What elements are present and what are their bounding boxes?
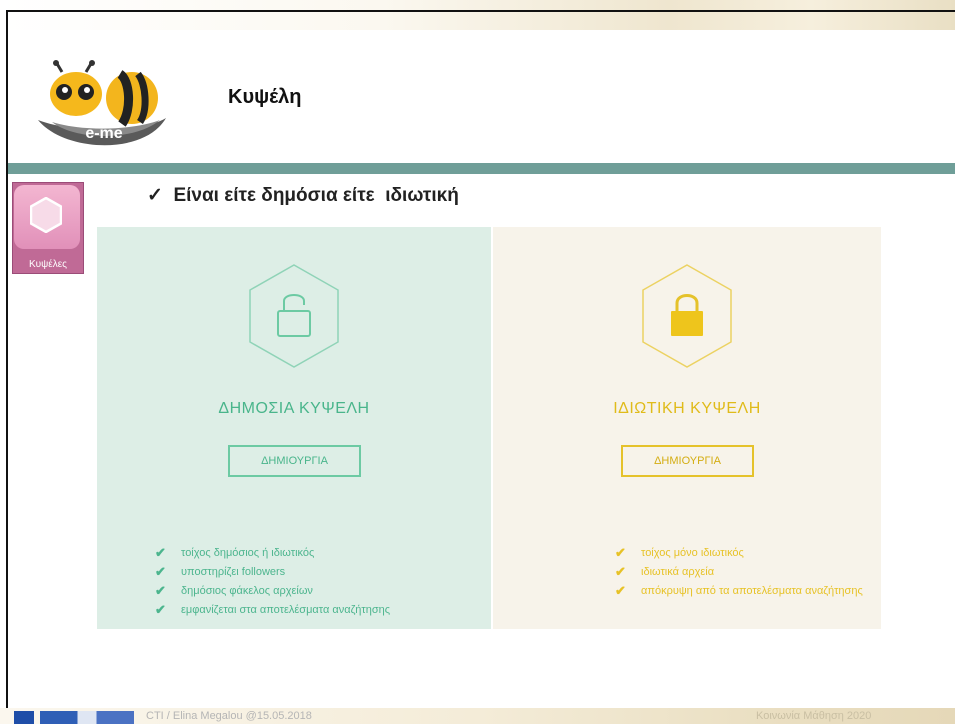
unlocked-padlock-icon [249,264,339,368]
list-item: ✔ υποστηρίζει followers [155,562,390,581]
top-decor-strip [0,0,955,30]
list-item: ✔ τοίχος μόνο ιδιωτικός [615,543,863,562]
check-icon: ✔ [155,601,166,617]
create-public-hive-button[interactable]: ΔΗΜΙΟΥΡΓΙΑ [228,445,361,477]
feature-text: δημόσιος φάκελος αρχείων [181,584,313,597]
hexagon-icon [30,197,62,233]
eu-flag-icon [14,711,34,724]
list-item: ✔ απόκρυψη από τα αποτελέσματα αναζήτησης [615,581,863,600]
slide-frame-left [6,10,8,724]
feature-text: τοίχος δημόσιος ή ιδιωτικός [181,546,315,559]
list-item: ✔ ιδιωτικά αρχεία [615,562,863,581]
public-hive-panel: ΔΗΜΟΣΙΑ ΚΥΨΕΛΗ ΔΗΜΙΟΥΡΓΙΑ ✔ τοίχος δημόσι… [97,227,491,629]
app-icon-label: Κυψέλες [28,259,67,270]
logo-text: e-me [85,125,122,142]
feature-text: ιδιωτικά αρχεία [641,565,715,578]
footer-right-text: Κοινωνία Μάθηση 2020 [756,710,872,722]
list-item: ✔ τοίχος δημόσιος ή ιδιωτικός [155,543,390,562]
check-icon: ✔ [155,582,166,598]
list-item: ✔ εμφανίζεται στα αποτελέσματα αναζήτησης [155,600,390,619]
feature-text: απόκρυψη από τα αποτελέσματα αναζήτησης [641,584,863,597]
feature-text: εμφανίζεται στα αποτελέσματα αναζήτησης [181,603,391,616]
page-title: Κυψέλη [228,86,302,108]
list-item: ✔ δημόσιος φάκελος αρχείων [155,581,390,600]
teal-divider [8,163,955,174]
feature-text: υποστηρίζει followers [181,565,286,578]
check-icon: ✔ [155,544,166,560]
bullet-heading: ✓ Είναι είτε δημόσια είτε ιδιωτική [147,185,459,206]
funding-logos [40,711,134,724]
check-icon: ✔ [615,544,626,560]
public-features-list: ✔ τοίχος δημόσιος ή ιδιωτικός ✔ υποστηρίζε… [155,543,390,619]
check-icon: ✔ [615,582,626,598]
check-icon: ✔ [155,563,166,579]
footer-credit: CTI / Elina Megalou @15.05.2018 [146,710,312,722]
create-private-hive-button[interactable]: ΔΗΜΙΟΥΡΓΙΑ [621,445,754,477]
private-features-list: ✔ τοίχος μόνο ιδιωτικός ✔ ιδιωτικά αρχεία … [615,543,863,600]
locked-padlock-icon [642,264,732,368]
hives-app-icon[interactable]: Κυψέλες [12,182,84,274]
check-icon: ✔ [615,563,626,579]
private-hive-title: ΙΔΙΩΤΙΚΗ ΚΥΨΕΛΗ [613,400,761,417]
public-hive-title: ΔΗΜΟΣΙΑ ΚΥΨΕΛΗ [218,400,370,417]
slide-frame-top [6,10,955,12]
feature-text: τοίχος μόνο ιδιωτικός [641,546,744,559]
e-me-logo: e-me [38,60,166,146]
private-hive-panel: ΙΔΙΩΤΙΚΗ ΚΥΨΕΛΗ ΔΗΜΙΟΥΡΓΙΑ ✔ τοίχος μόνο … [493,227,881,629]
